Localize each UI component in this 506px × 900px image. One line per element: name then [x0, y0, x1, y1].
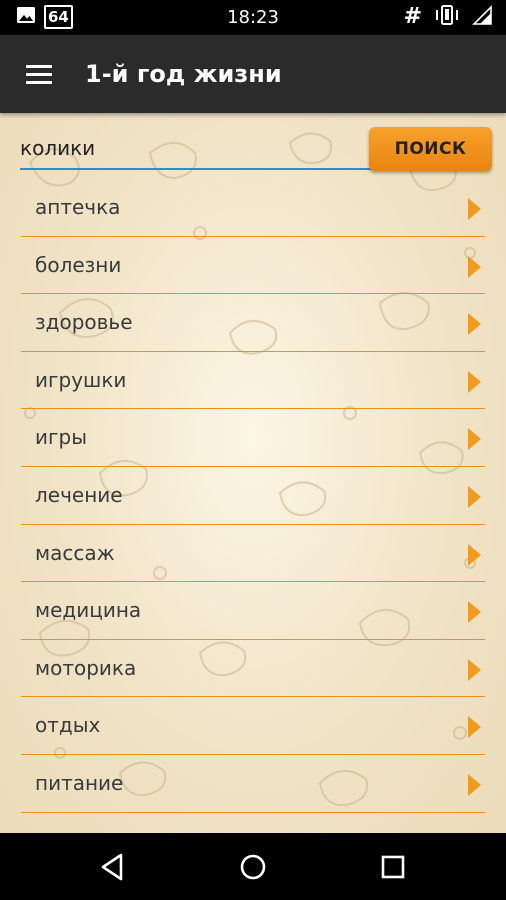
- menu-button[interactable]: [20, 56, 58, 92]
- category-list: аптечка болезни здоровье игрушки игры ле…: [21, 179, 485, 813]
- search-button[interactable]: ПОИСК: [369, 127, 492, 171]
- list-item[interactable]: отдых: [21, 697, 485, 755]
- list-item-label: игры: [35, 425, 87, 450]
- list-item[interactable]: медицина: [21, 582, 485, 640]
- chevron-right-icon: [468, 428, 481, 451]
- menu-icon-bar: [26, 81, 52, 84]
- list-item-label: лечение: [35, 482, 123, 507]
- list-item-label: аптечка: [35, 195, 121, 219]
- chevron-right-icon: [468, 543, 481, 566]
- chevron-right-icon: [468, 716, 481, 739]
- status-bar: 64 18:23 #: [0, 0, 506, 35]
- app-bar: 1-й год жизни: [0, 35, 506, 113]
- chevron-right-icon: [468, 485, 481, 508]
- list-item[interactable]: игрушки: [21, 352, 485, 410]
- chevron-right-icon: [468, 601, 481, 624]
- list-item-label: питание: [35, 770, 124, 795]
- list-item[interactable]: моторика: [21, 640, 485, 698]
- menu-icon-bar: [26, 65, 52, 68]
- back-icon: [101, 853, 123, 881]
- page-title: 1-й год жизни: [85, 60, 282, 88]
- screen: 64 18:23 # 1-й год жизни колики ПОИСК ап…: [0, 0, 506, 900]
- chevron-right-icon: [468, 658, 481, 681]
- navigation-bar: [0, 833, 506, 900]
- chevron-right-icon: [468, 370, 481, 393]
- home-button[interactable]: [233, 847, 273, 887]
- recents-button[interactable]: [373, 847, 413, 887]
- list-item[interactable]: аптечка: [21, 179, 485, 237]
- chevron-right-icon: [468, 773, 481, 796]
- home-icon: [240, 854, 266, 880]
- list-item[interactable]: болезни: [21, 237, 485, 295]
- list-item-label: игрушки: [35, 367, 127, 392]
- list-item-label: отдых: [35, 713, 101, 738]
- list-item[interactable]: массаж: [21, 525, 485, 583]
- list-item-label: медицина: [35, 598, 142, 623]
- search-input[interactable]: [20, 128, 372, 170]
- list-item[interactable]: здоровье: [21, 294, 485, 352]
- menu-icon-bar: [26, 73, 52, 76]
- back-button[interactable]: [93, 847, 133, 887]
- list-item[interactable]: питание: [21, 755, 485, 813]
- hash-icon: #: [403, 4, 422, 29]
- status-bar-right: #: [403, 4, 492, 30]
- signal-icon: [472, 5, 492, 29]
- list-item-label: болезни: [35, 252, 122, 277]
- chevron-right-icon: [468, 313, 481, 336]
- list-item[interactable]: лечение: [21, 467, 485, 525]
- chevron-right-icon: [468, 198, 481, 220]
- vibrate-icon: [434, 4, 460, 30]
- list-item-label: массаж: [35, 540, 115, 565]
- list-item[interactable]: игры: [21, 409, 485, 467]
- list-item-label: моторика: [35, 655, 137, 680]
- list-item-label: здоровье: [35, 310, 133, 335]
- chevron-right-icon: [468, 255, 481, 278]
- recents-icon: [381, 855, 405, 879]
